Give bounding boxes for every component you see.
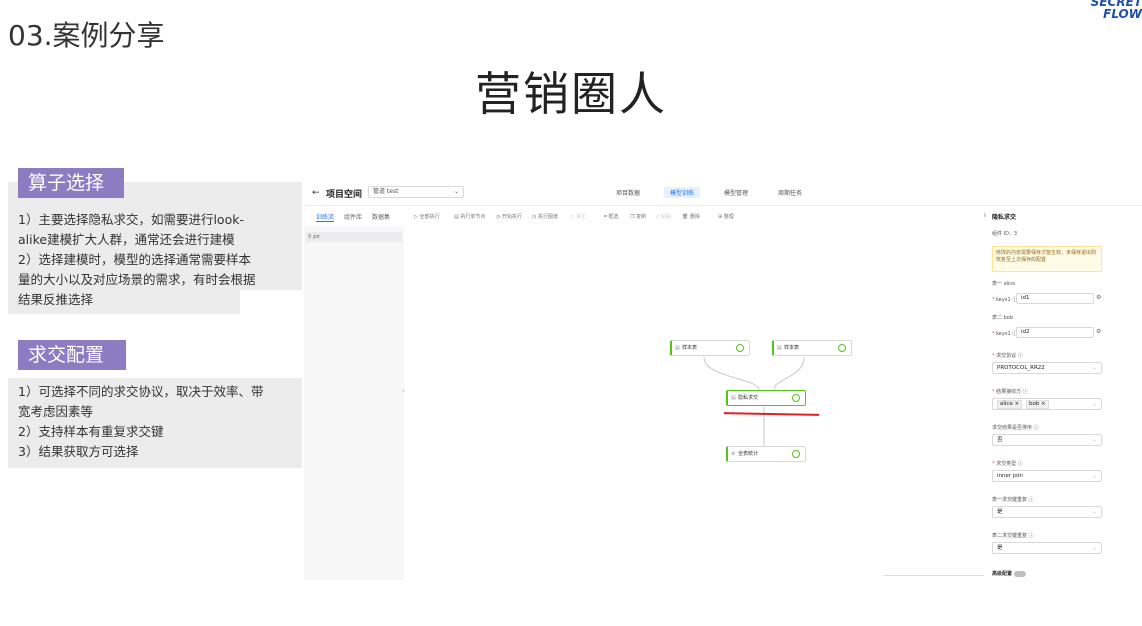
- chip-label: alice: [1000, 401, 1013, 407]
- section-title: 03.案例分享: [8, 19, 165, 52]
- pipeline-edges: [703, 356, 805, 446]
- node-label: 隐私求交: [738, 395, 759, 401]
- text-line: 3）结果获取方可选择: [18, 444, 139, 459]
- text-line: 量的大小以及对应场景的需求，有时会根据: [18, 272, 256, 287]
- unsaved-warning: 修改的内容需要保存才能生效，未保存退出则恢复至上次保存的配置: [992, 246, 1102, 272]
- text-line: 宽考虑因素等: [18, 404, 94, 419]
- chip-label: bob: [1028, 401, 1040, 407]
- panel-handle-icon[interactable]: ⁞: [984, 212, 986, 219]
- text-line: 1）可选择不同的求交协议，取决于效率、带: [18, 384, 264, 399]
- party2-label: 表二 bob: [992, 315, 1013, 321]
- operator-selection-text: 1）主要选择隐私求交，如需要进行look- alike建模扩大人群，通常还会进行…: [18, 210, 303, 310]
- gear-icon[interactable]: ⚙: [1096, 294, 1101, 301]
- edge: [703, 356, 760, 391]
- chevron-down-icon: ⌄: [1092, 437, 1097, 443]
- sample-table-node-a[interactable]: ▤ 样本表: [670, 340, 750, 356]
- key1-label-text: keys1: [996, 297, 1011, 303]
- chevron-down-icon: ⌄: [1092, 365, 1097, 371]
- canvas-scrollbar[interactable]: [884, 575, 984, 576]
- dup2-select[interactable]: 是 ⌄: [992, 542, 1102, 554]
- gear-icon[interactable]: ⚙: [1096, 328, 1101, 335]
- text-line: 1）主要选择隐私求交，如需要进行look-: [18, 212, 244, 227]
- node-label: 样本表: [784, 345, 800, 351]
- node-label: 样本表: [682, 345, 698, 351]
- sort-select[interactable]: 否 ⌄: [992, 434, 1102, 446]
- key2-value: id2: [1021, 329, 1030, 335]
- sort-label: 求交结果是否排序 ⓘ: [992, 425, 1039, 431]
- dup2-label: 表二求交键重复 ⓘ: [992, 533, 1034, 539]
- config-title: 隐私求交: [992, 214, 1017, 221]
- join-type-label-text: 求交类型: [996, 461, 1017, 467]
- party1-label: 表一 alice: [992, 281, 1016, 287]
- advanced-label: 高级配置: [992, 571, 1013, 577]
- key2-label: * keys1 ⓘ: [992, 331, 1018, 337]
- psi-node[interactable]: ▤ 隐私求交: [726, 390, 806, 406]
- dup2-label-text: 表二求交键重复: [992, 533, 1028, 539]
- key1-select[interactable]: id1: [1016, 293, 1094, 304]
- key2-select[interactable]: id2: [1016, 327, 1094, 338]
- advanced-config[interactable]: 高级配置: [992, 570, 1027, 577]
- join-type-value: inner join: [997, 473, 1023, 479]
- text-line: 2）选择建模时，模型的选择通常需要样本: [18, 252, 251, 267]
- protocol-label: * 求交协议 ⓘ: [992, 353, 1023, 359]
- chevron-down-icon: ⌄: [1092, 401, 1097, 407]
- key1-label: * keys1 ⓘ: [992, 297, 1018, 303]
- text-line: 结果反推选择: [18, 292, 94, 307]
- dup1-label: 表一求交键重复 ⓘ: [992, 497, 1034, 503]
- table-icon: ▤: [675, 345, 680, 351]
- join-type-label: * 求交类型 ⓘ: [992, 461, 1023, 467]
- dup1-value: 是: [997, 509, 1003, 515]
- text-line: 2）支持样本有重复求交键: [18, 424, 164, 439]
- intersection-config-text: 1）可选择不同的求交协议，取决于效率、带 宽考虑因素等 2）支持样本有重复求交键…: [18, 382, 303, 462]
- logo-line-2: FLOW: [1103, 7, 1142, 21]
- text-line: alike建模扩大人群，通常还会进行建模: [18, 232, 235, 247]
- intersection-config-tag: 求交配置: [18, 340, 126, 370]
- chevron-down-icon: ⌄: [1092, 545, 1097, 551]
- sample-table-node-b[interactable]: ▤ 样本表: [772, 340, 852, 356]
- chevron-down-icon: ⌄: [1092, 509, 1097, 515]
- success-icon: [736, 344, 744, 352]
- sort-label-text: 求交结果是否排序: [992, 425, 1033, 431]
- receiver-label-text: 结果接收方: [996, 389, 1022, 395]
- brand-logo: SECRET FLOW: [1072, 0, 1142, 22]
- protocol-select[interactable]: PROTOCOL_RR22 ⌄: [992, 362, 1102, 374]
- receiver-label: * 结果接收方 ⓘ: [992, 389, 1028, 395]
- advanced-toggle[interactable]: [1014, 570, 1027, 577]
- chevron-down-icon: ⌄: [1092, 473, 1097, 479]
- dup1-select[interactable]: 是 ⌄: [992, 506, 1102, 518]
- table-icon: ▤: [731, 395, 736, 401]
- dup1-label-text: 表一求交键重复: [992, 497, 1028, 503]
- app-screenshot: ← 项目空间 管道 test ⌄ 项目数据 模型训练 模型管理 周期任务 训练流…: [304, 180, 1142, 580]
- receiver-chip[interactable]: bob ×: [1025, 400, 1049, 409]
- stats-icon: ⊛: [731, 451, 736, 457]
- protocol-value: PROTOCOL_RR22: [997, 365, 1045, 371]
- protocol-label-text: 求交协议: [996, 353, 1017, 359]
- sort-value: 否: [997, 437, 1003, 443]
- join-type-select[interactable]: inner join ⌄: [992, 470, 1102, 482]
- table-icon: ▤: [777, 345, 782, 351]
- success-icon: [838, 344, 846, 352]
- success-icon: [792, 394, 800, 402]
- dup2-value: 是: [997, 545, 1003, 551]
- receiver-chip[interactable]: alice ×: [997, 400, 1023, 409]
- edge: [773, 356, 805, 391]
- receiver-select[interactable]: alice × bob × ⌄: [992, 398, 1102, 410]
- component-id: 组件 ID：3: [992, 231, 1018, 237]
- config-panel: ⁞ 隐私求交 组件 ID：3 修改的内容需要保存才能生效，未保存退出则恢复至上次…: [984, 208, 1106, 580]
- main-title: 营销圈人: [475, 67, 667, 121]
- operator-selection-tag: 算子选择: [18, 168, 124, 198]
- key1-value: id1: [1021, 295, 1030, 301]
- key2-label-text: keys1: [996, 331, 1011, 337]
- full-stats-node[interactable]: ⊛ 全表统计: [726, 446, 806, 462]
- node-label: 全表统计: [738, 451, 759, 457]
- success-icon: [792, 450, 800, 458]
